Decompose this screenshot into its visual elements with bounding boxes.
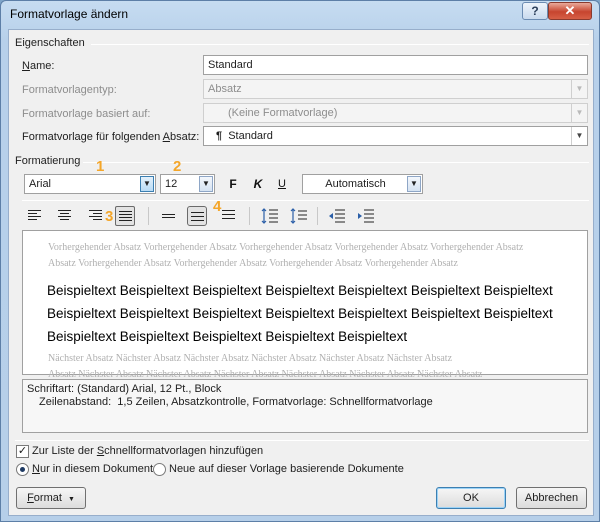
add-to-quick-styles-label[interactable]: Zur Liste der Schnellformatvorlagen hinz… xyxy=(32,445,263,457)
new-documents-radio[interactable] xyxy=(153,463,166,476)
section-properties: Eigenschaften xyxy=(15,37,85,49)
name-label: Name: xyxy=(22,60,55,72)
name-input[interactable]: Standard xyxy=(203,55,588,75)
underline-button[interactable]: U xyxy=(272,174,292,194)
callout-2: 2 xyxy=(173,158,182,175)
preview-sample-line: Beispieltext Beispieltext Beispieltext B… xyxy=(47,283,553,298)
only-this-document-radio[interactable] xyxy=(16,463,29,476)
toolbar-separator xyxy=(317,207,318,225)
chevron-down-icon[interactable]: ▼ xyxy=(407,176,421,192)
line-spacing-double-icon[interactable] xyxy=(219,206,239,226)
divider xyxy=(15,440,589,441)
align-right-icon[interactable] xyxy=(86,206,106,226)
chevron-down-icon[interactable]: ▼ xyxy=(199,176,213,192)
format-menu-button[interactable]: Format ▼ xyxy=(16,487,86,509)
based-on-label: Formatvorlage basiert auf: xyxy=(22,108,151,120)
toolbar-separator xyxy=(148,207,149,225)
preview-previous-paragraph: Vorhergehender Absatz Vorhergehender Abs… xyxy=(48,242,524,269)
dialog-window: Formatvorlage ändern ? ✕ Eigenschaften N… xyxy=(0,0,600,522)
chevron-down-icon: ▼ xyxy=(571,80,587,98)
help-button[interactable]: ? xyxy=(522,2,548,20)
window-title: Formatvorlage ändern xyxy=(10,7,129,21)
chevron-down-icon: ▼ xyxy=(571,104,587,122)
align-left-icon[interactable] xyxy=(25,206,45,226)
callout-1: 1 xyxy=(96,158,105,175)
only-this-document-label[interactable]: Nur in diesem Dokument xyxy=(32,463,153,475)
type-label: Formatvorlagentyp: xyxy=(22,84,117,96)
line-spacing-one-half-icon[interactable] xyxy=(187,206,207,226)
preview-sample-line: Beispieltext Beispieltext Beispieltext B… xyxy=(47,329,408,344)
title-bar: Formatvorlage ändern ? ✕ xyxy=(1,1,599,29)
next-style-label: Formatvorlage für folgenden Absatz: xyxy=(22,131,200,143)
space-after-icon[interactable] xyxy=(289,206,309,226)
font-size-select[interactable]: 12 ▼ xyxy=(160,174,215,194)
preview-sample-line: Beispieltext Beispieltext Beispieltext B… xyxy=(47,306,553,321)
bold-button[interactable]: F xyxy=(223,174,243,194)
align-center-icon[interactable] xyxy=(55,206,75,226)
style-description: Schriftart: (Standard) Arial, 12 Pt., Bl… xyxy=(22,379,588,433)
callout-3: 3 xyxy=(105,208,114,225)
toolbar-separator xyxy=(249,207,250,225)
chevron-down-icon: ▼ xyxy=(67,496,75,503)
font-family-select[interactable]: Arial ▼ xyxy=(24,174,156,194)
close-button[interactable]: ✕ xyxy=(548,2,592,20)
pilcrow-icon: ¶ xyxy=(216,130,223,142)
style-type-select[interactable]: Absatz ▼ xyxy=(203,79,588,99)
chevron-down-icon[interactable]: ▼ xyxy=(140,176,154,192)
divider xyxy=(83,162,589,163)
space-before-icon[interactable] xyxy=(260,206,280,226)
divider xyxy=(91,44,589,45)
add-to-quick-styles-checkbox[interactable]: ✓ xyxy=(16,445,29,458)
line-spacing-single-icon[interactable] xyxy=(159,206,179,226)
increase-indent-icon[interactable] xyxy=(356,206,376,226)
cancel-button[interactable]: Abbrechen xyxy=(516,487,587,509)
align-justify-icon[interactable] xyxy=(115,206,135,226)
new-documents-label[interactable]: Neue auf dieser Vorlage basierende Dokum… xyxy=(169,463,404,475)
chevron-down-icon: ▼ xyxy=(571,127,587,145)
style-preview: Vorhergehender Absatz Vorhergehender Abs… xyxy=(22,230,588,380)
ok-button[interactable]: OK xyxy=(436,487,506,509)
italic-button[interactable]: K xyxy=(248,174,268,194)
section-formatting: Formatierung xyxy=(15,155,81,167)
based-on-select[interactable]: (Keine Formatvorlage) ▼ xyxy=(203,103,588,123)
next-style-select[interactable]: ¶ Standard ▼ xyxy=(203,126,588,146)
decrease-indent-icon[interactable] xyxy=(327,206,347,226)
dialog-client-area: Eigenschaften Name: Standard Formatvorla… xyxy=(8,29,594,516)
font-color-select[interactable]: Automatisch ▼ xyxy=(302,174,423,194)
divider xyxy=(22,200,589,201)
